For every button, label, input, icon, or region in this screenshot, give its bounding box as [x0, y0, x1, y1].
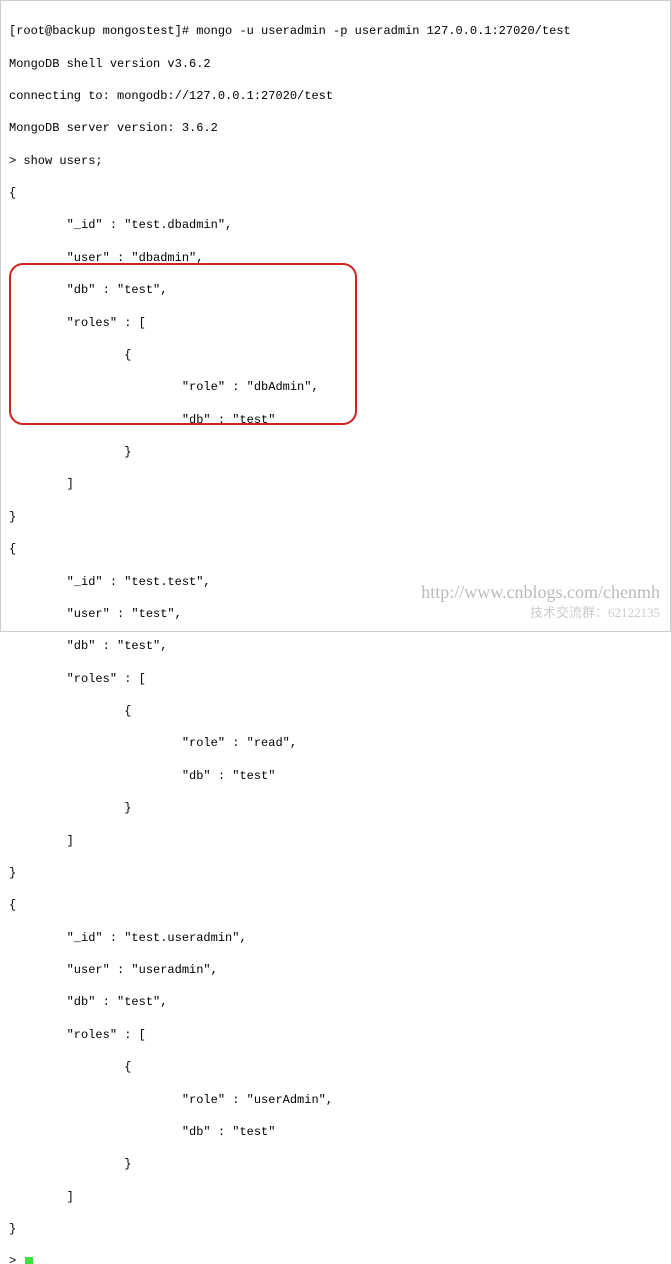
- user1-role-db: "db" : "test": [9, 412, 662, 428]
- cursor-icon: [25, 1257, 33, 1264]
- user3-id: "_id" : "test.useradmin",: [9, 930, 662, 946]
- terminal-output: [root@backup mongostest]# mongo -u usera…: [1, 1, 670, 1264]
- user1-role-open: {: [9, 347, 662, 363]
- user3-roles-open: "roles" : [: [9, 1027, 662, 1043]
- connecting-line: connecting to: mongodb://127.0.0.1:27020…: [9, 88, 662, 104]
- user1-roles-close: ]: [9, 476, 662, 492]
- user2-roles-open: "roles" : [: [9, 671, 662, 687]
- user1-roles-open: "roles" : [: [9, 315, 662, 331]
- user3-close: }: [9, 1221, 662, 1237]
- user2-roles-close: ]: [9, 833, 662, 849]
- user2-db: "db" : "test",: [9, 638, 662, 654]
- shell-prompt-line: [root@backup mongostest]# mongo -u usera…: [9, 23, 662, 39]
- user1-id: "_id" : "test.dbadmin",: [9, 217, 662, 233]
- user2-role-name: "role" : "read",: [9, 735, 662, 751]
- prompt-char: >: [9, 1254, 23, 1264]
- user3-role-close: }: [9, 1156, 662, 1172]
- user1-open: {: [9, 185, 662, 201]
- watermark-url: http://www.cnblogs.com/chenmh: [421, 582, 660, 603]
- shell-version: MongoDB shell version v3.6.2: [9, 56, 662, 72]
- user3-role-db: "db" : "test": [9, 1124, 662, 1140]
- user1-user: "user" : "dbadmin",: [9, 250, 662, 266]
- show-users-command[interactable]: > show users;: [9, 153, 662, 169]
- user1-role-name: "role" : "dbAdmin",: [9, 379, 662, 395]
- user3-user: "user" : "useradmin",: [9, 962, 662, 978]
- next-prompt[interactable]: >: [9, 1253, 662, 1264]
- user3-open: {: [9, 897, 662, 913]
- watermark-group: 技术交流群：62122135: [530, 602, 660, 621]
- user2-role-open: {: [9, 703, 662, 719]
- user1-role-close: }: [9, 444, 662, 460]
- user2-role-db: "db" : "test": [9, 768, 662, 784]
- user2-close: }: [9, 865, 662, 881]
- user2-open: {: [9, 541, 662, 557]
- user3-roles-close: ]: [9, 1189, 662, 1205]
- user1-close: }: [9, 509, 662, 525]
- user3-role-name: "role" : "userAdmin",: [9, 1092, 662, 1108]
- user3-role-open: {: [9, 1059, 662, 1075]
- user1-db: "db" : "test",: [9, 282, 662, 298]
- user2-role-close: }: [9, 800, 662, 816]
- server-version: MongoDB server version: 3.6.2: [9, 120, 662, 136]
- user3-db: "db" : "test",: [9, 994, 662, 1010]
